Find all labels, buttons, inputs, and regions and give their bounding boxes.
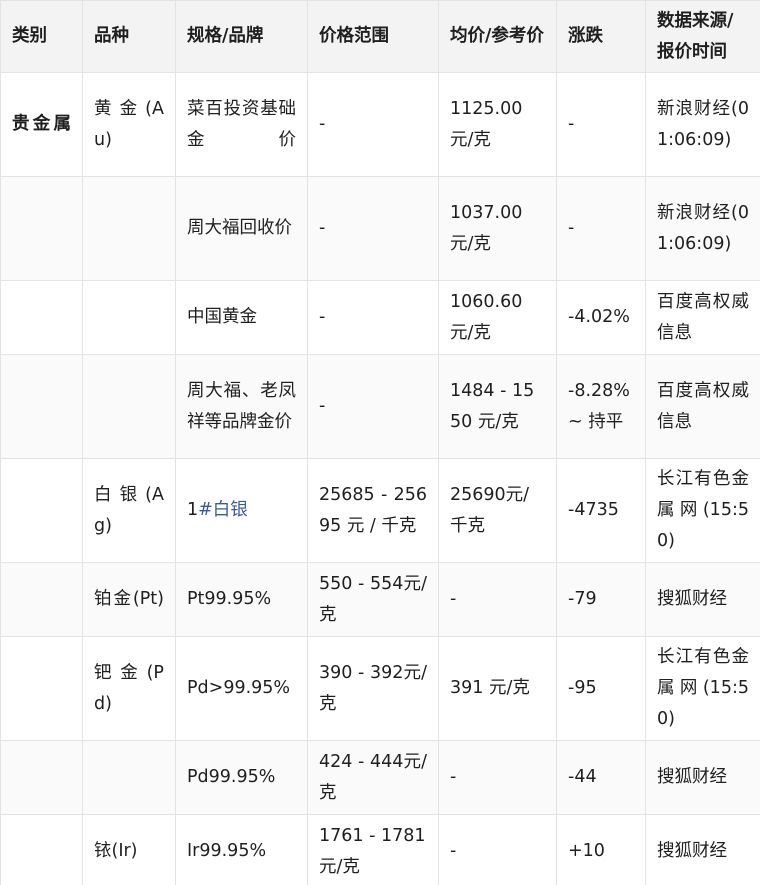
cell-source: 百度高权威信息: [645, 354, 760, 459]
cell-average: 1484 - 1550 元/克: [438, 354, 557, 459]
cell-range: -: [307, 176, 439, 281]
cell-source: 长江有色金属网(15:50): [645, 458, 760, 563]
cell-change: -: [556, 176, 646, 281]
cell-range: 550 - 554元/克: [307, 562, 439, 637]
cell-range: 424 - 444元/克: [307, 740, 439, 815]
cell-source: 百度高权威信息: [645, 280, 760, 355]
cell-spec: 周大福、老凤祥等品牌金价: [175, 354, 308, 459]
cell-source: 新浪财经(01:06:09): [645, 72, 760, 177]
cell-spec: Ir99.95%: [175, 814, 308, 885]
header-change: 涨跌: [556, 0, 646, 73]
cell-range: 390 - 392元/克: [307, 636, 439, 741]
table-row: 钯金(Pd) Pd>99.95% 390 - 392元/克 391 元/克 -9…: [0, 636, 760, 741]
cell-category: 贵金属: [0, 72, 83, 177]
cell-variety: [82, 354, 176, 459]
cell-spec: 中国黄金: [175, 280, 308, 355]
cell-variety: [82, 280, 176, 355]
header-spec: 规格/品牌: [175, 0, 308, 73]
cell-category: [0, 354, 83, 459]
cell-range: 1761 - 1781 元/克: [307, 814, 439, 885]
cell-average: 1060.60元/克: [438, 280, 557, 355]
cell-category: [0, 562, 83, 637]
table-row: 铂金(Pt) Pt99.95% 550 - 554元/克 - -79 搜狐财经: [0, 562, 760, 637]
cell-range: 25685 - 25695 元 / 千克: [307, 458, 439, 563]
table-row: 白银(Ag) 1#白银 25685 - 25695 元 / 千克 25690元/…: [0, 458, 760, 563]
spec-prefix: 1: [187, 500, 199, 520]
cell-source: 搜狐财经: [645, 562, 760, 637]
cell-average: 1125.00元/克: [438, 72, 557, 177]
cell-variety: [82, 740, 176, 815]
cell-variety: 钯金(Pd): [82, 636, 176, 741]
cell-change: -44: [556, 740, 646, 815]
cell-category: [0, 814, 83, 885]
cell-change: +10: [556, 814, 646, 885]
header-category: 类别: [0, 0, 83, 73]
cell-variety: 铂金(Pt): [82, 562, 176, 637]
header-variety: 品种: [82, 0, 176, 73]
cell-range: -: [307, 280, 439, 355]
cell-category: [0, 280, 83, 355]
cell-change: -: [556, 72, 646, 177]
table-row: 中国黄金 - 1060.60元/克 -4.02% 百度高权威信息: [0, 280, 760, 355]
cell-category: [0, 458, 83, 563]
cell-range: -: [307, 354, 439, 459]
cell-category: [0, 176, 83, 281]
header-average: 均价/参考价: [438, 0, 557, 73]
cell-variety: [82, 176, 176, 281]
cell-spec: 周大福回收价: [175, 176, 308, 281]
cell-category: [0, 740, 83, 815]
cell-spec: Pt99.95%: [175, 562, 308, 637]
table-row: 周大福、老凤祥等品牌金价 - 1484 - 1550 元/克 -8.28% ~ …: [0, 354, 760, 459]
cell-average: 391 元/克: [438, 636, 557, 741]
cell-average: 25690元/千克: [438, 458, 557, 563]
header-source: 数据来源/报价时间: [645, 0, 760, 73]
cell-average: -: [438, 562, 557, 637]
price-table: 类别 品种 规格/品牌 价格范围 均价/参考价 涨跌 数据来源/报价时间 贵金属…: [0, 0, 760, 885]
cell-spec: 菜百投资基础金价: [175, 72, 308, 177]
cell-change: -4.02%: [556, 280, 646, 355]
cell-variety: 白银(Ag): [82, 458, 176, 563]
cell-change: -8.28% ~ 持平: [556, 354, 646, 459]
cell-source: 搜狐财经: [645, 740, 760, 815]
cell-change: -95: [556, 636, 646, 741]
cell-change: -4735: [556, 458, 646, 563]
cell-range: -: [307, 72, 439, 177]
cell-spec: Pd>99.95%: [175, 636, 308, 741]
silver-link[interactable]: #白银: [198, 500, 248, 520]
table-row: 贵金属 黄金(Au) 菜百投资基础金价 - 1125.00元/克 - 新浪财经(…: [0, 72, 760, 177]
table-row: 周大福回收价 - 1037.00元/克 - 新浪财经(01:06:09): [0, 176, 760, 281]
cell-source: 长江有色金属网(15:50): [645, 636, 760, 741]
cell-category: [0, 636, 83, 741]
cell-source: 新浪财经(01:06:09): [645, 176, 760, 281]
header-range: 价格范围: [307, 0, 439, 73]
table-row: Pd99.95% 424 - 444元/克 - -44 搜狐财经: [0, 740, 760, 815]
cell-source: 搜狐财经: [645, 814, 760, 885]
table-header-row: 类别 品种 规格/品牌 价格范围 均价/参考价 涨跌 数据来源/报价时间: [0, 0, 760, 73]
cell-average: -: [438, 740, 557, 815]
cell-average: 1037.00元/克: [438, 176, 557, 281]
cell-change: -79: [556, 562, 646, 637]
cell-spec: Pd99.95%: [175, 740, 308, 815]
cell-variety: 黄金(Au): [82, 72, 176, 177]
table-row: 铱(Ir) Ir99.95% 1761 - 1781 元/克 - +10 搜狐财…: [0, 814, 760, 885]
cell-average: -: [438, 814, 557, 885]
cell-variety: 铱(Ir): [82, 814, 176, 885]
cell-spec: 1#白银: [175, 458, 308, 563]
